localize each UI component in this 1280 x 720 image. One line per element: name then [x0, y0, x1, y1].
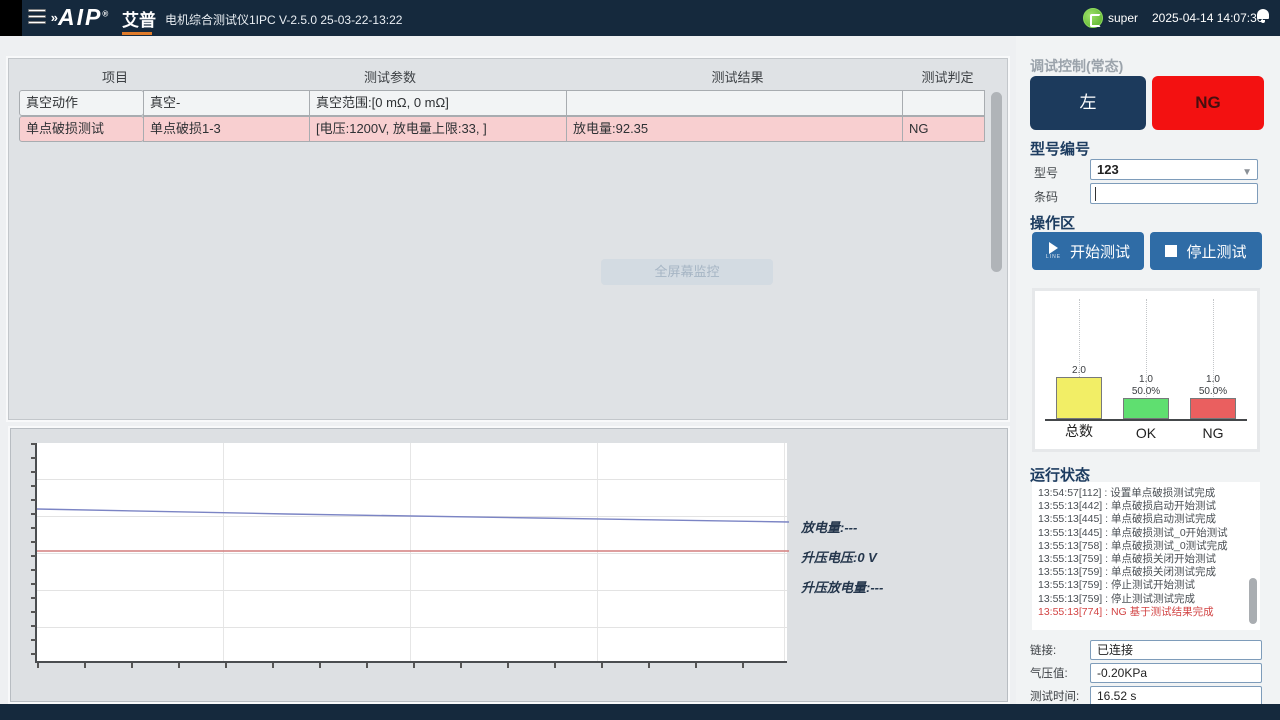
cell-result: 放电量:92.35 — [566, 116, 903, 142]
log-entry: 13:54:57[112] : 设置单点破损测试完成 — [1038, 487, 1256, 500]
waveform-panel: 放电量:--- 升压电压:0 V 升压放电量:--- — [10, 428, 1008, 702]
boost-discharge-readout: 升压放电量:--- — [801, 577, 883, 596]
play-icon: LINE — [1046, 242, 1061, 260]
col-header-judge: 测试判定 — [906, 67, 989, 89]
stat-value-label: 1.0 — [1206, 374, 1220, 386]
hamburger-menu-icon[interactable]: » — [28, 9, 58, 27]
x-axis-ticks — [37, 663, 789, 668]
cell-judge — [902, 90, 985, 116]
stat-bar-group: 1.0 50.0% NG — [1185, 299, 1241, 419]
status-field-label: 测试时间: — [1030, 688, 1090, 704]
cell-name: 单点破损1-3 — [143, 116, 310, 142]
control-sidebar: 调试控制(常态) 左 NG 型号编号 型号 123 ▼ 条码 操作区 LINE … — [1016, 36, 1280, 704]
notification-bell-icon[interactable] — [1256, 9, 1270, 23]
stat-bar — [1123, 398, 1169, 419]
log-entry: 13:55:13[445] : 单点破损测试_0开始测试 — [1038, 527, 1256, 540]
left-station-button[interactable]: 左 — [1030, 76, 1146, 130]
stop-icon — [1165, 245, 1177, 257]
stat-bar — [1190, 398, 1236, 419]
cell-name: 真空- — [143, 90, 310, 116]
status-fields: 链接: 已连接 气压值: -0.20KPa 测试时间: 16.52 s — [1030, 638, 1262, 707]
bottom-bar — [0, 704, 1280, 720]
top-bar: » AIP® 艾普 电机综合测试仪1IPC V-2.5.0 25-03-22-1… — [0, 0, 1280, 36]
brand-logo-cn: 艾普 — [122, 6, 156, 35]
col-header-result: 测试结果 — [569, 67, 906, 89]
stat-category-label: 总数 — [1065, 421, 1093, 441]
username: super — [1108, 11, 1138, 25]
table-scrollbar-thumb[interactable] — [991, 92, 1002, 272]
user-avatar-icon[interactable] — [1083, 8, 1103, 28]
boost-voltage-readout: 升压电压:0 V — [801, 547, 877, 566]
status-field-row: 气压值: -0.20KPa — [1030, 661, 1262, 684]
operation-section-header: 操作区 — [1030, 212, 1075, 233]
text-caret — [1095, 187, 1096, 201]
log-entry: 13:55:13[759] : 停止测试测试完成 — [1038, 593, 1256, 606]
table-watermark: 全屏幕监控 — [601, 259, 773, 285]
table-row[interactable]: 单点破损测试 单点破损1-3 [电压:1200V, 放电量上限:33, ] 放电… — [19, 116, 985, 142]
status-field-row: 链接: 已连接 — [1030, 638, 1262, 661]
run-status-log[interactable]: 13:54:57[112] : 设置单点破损测试完成 13:55:13[442]… — [1032, 482, 1260, 630]
stat-category-label: OK — [1136, 425, 1156, 441]
log-entry: 13:55:13[759] : 停止测试开始测试 — [1038, 579, 1256, 592]
log-entry: 13:55:13[759] : 单点破损关闭测试完成 — [1038, 566, 1256, 579]
cell-item: 单点破损测试 — [19, 116, 144, 142]
log-entry: 13:55:13[774] : NG 基于测试结果完成 — [1038, 606, 1256, 619]
chevron-down-icon: ▼ — [1242, 163, 1252, 182]
test-results-panel: 项目 测试参数 测试结果 测试判定 真空动作 真空- 真空范围:[0 mΩ, 0… — [8, 58, 1008, 420]
cell-params: 真空范围:[0 mΩ, 0 mΩ] — [309, 90, 567, 116]
log-entry: 13:55:13[759] : 单点破损关闭开始测试 — [1038, 553, 1256, 566]
cell-judge: NG — [902, 116, 985, 142]
waveform-plot — [35, 443, 787, 663]
barcode-input[interactable] — [1090, 183, 1258, 204]
stats-chart-card: 2.0 总数 1.0 50.0% OK 1.0 50.0% NG — [1032, 288, 1260, 452]
stop-test-button[interactable]: 停止测试 — [1150, 232, 1262, 270]
status-field-value[interactable]: 已连接 — [1090, 640, 1262, 660]
table-row[interactable]: 真空动作 真空- 真空范围:[0 mΩ, 0 mΩ] — [19, 90, 985, 116]
status-field-label: 链接: — [1030, 642, 1090, 658]
stat-bar — [1056, 377, 1102, 419]
cell-item: 真空动作 — [19, 90, 144, 116]
stat-bar-group: 2.0 总数 — [1051, 299, 1107, 419]
col-header-item: 项目 — [19, 67, 211, 89]
stat-value-label: 2.0 — [1072, 365, 1086, 377]
debug-control-header: 调试控制(常态) — [1030, 56, 1123, 76]
model-select[interactable]: 123 ▼ — [1090, 159, 1258, 180]
log-scrollbar-thumb[interactable] — [1249, 578, 1257, 624]
stat-category-label: NG — [1203, 425, 1224, 441]
start-test-button[interactable]: LINE 开始测试 — [1032, 232, 1144, 270]
status-field-value[interactable]: -0.20KPa — [1090, 663, 1262, 683]
col-header-params: 测试参数 — [211, 67, 569, 89]
cell-params: [电压:1200V, 放电量上限:33, ] — [309, 116, 567, 142]
stat-percent-label: 50.0% — [1132, 386, 1160, 398]
ng-result-button[interactable]: NG — [1152, 76, 1264, 130]
y-axis-ticks — [31, 443, 36, 663]
table-scrollbar[interactable] — [990, 90, 1004, 414]
corner-block — [0, 0, 22, 36]
status-field-value[interactable]: 16.52 s — [1090, 686, 1262, 706]
stat-percent-label: 50.0% — [1199, 386, 1227, 398]
discharge-readout: 放电量:--- — [801, 517, 857, 536]
stat-bar-group: 1.0 50.0% OK — [1118, 299, 1174, 419]
brand-logo: AIP® — [58, 4, 110, 31]
cell-result — [566, 90, 903, 116]
stat-value-label: 1.0 — [1139, 374, 1153, 386]
log-entry: 13:55:13[445] : 单点破损启动测试完成 — [1038, 513, 1256, 526]
voltage-line — [37, 509, 789, 522]
stats-bars: 2.0 总数 1.0 50.0% OK 1.0 50.0% NG — [1045, 299, 1247, 421]
log-entry: 13:55:13[442] : 单点破损启动开始测试 — [1038, 500, 1256, 513]
log-entry: 13:55:13[758] : 单点破损测试_0测试完成 — [1038, 540, 1256, 553]
barcode-label: 条码 — [1034, 188, 1058, 205]
table-header: 项目 测试参数 测试结果 测试判定 — [19, 67, 989, 89]
model-label: 型号 — [1034, 164, 1058, 181]
model-section-header: 型号编号 — [1030, 138, 1090, 159]
app-title: 电机综合测试仪1IPC V-2.5.0 25-03-22-13:22 — [165, 11, 402, 28]
status-field-label: 气压值: — [1030, 665, 1090, 681]
datetime: 2025-04-14 14:07:30 — [1152, 11, 1263, 25]
